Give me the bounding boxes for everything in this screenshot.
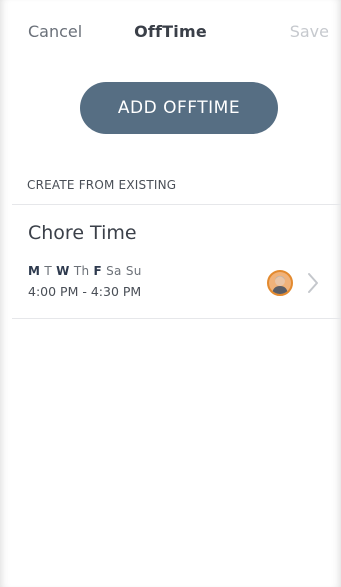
- user-avatar-icon: [267, 270, 293, 296]
- offtime-days: M T W Th F Sa Su: [28, 264, 142, 278]
- day-tuesday: T: [44, 264, 53, 278]
- cancel-button[interactable]: Cancel: [28, 22, 82, 41]
- chevron-right-icon[interactable]: [305, 271, 321, 295]
- offtime-list-item[interactable]: Chore Time M T W Th F Sa Su 4:00 PM - 4:…: [12, 205, 341, 318]
- add-offtime-label: ADD OFFTIME: [117, 98, 241, 118]
- day-sunday: Su: [125, 264, 142, 278]
- add-offtime-button[interactable]: ADD OFFTIME: [80, 82, 278, 134]
- section-header: CREATE FROM EXISTING: [27, 178, 177, 192]
- offtime-title: Chore Time: [28, 222, 137, 244]
- save-button[interactable]: Save: [290, 22, 329, 41]
- offtime-time-range: 4:00 PM - 4:30 PM: [28, 284, 142, 299]
- day-monday: M: [28, 264, 41, 278]
- navigation-bar: OffTime Cancel Save: [0, 22, 341, 50]
- day-wednesday: W: [56, 264, 70, 278]
- day-saturday: Sa: [106, 264, 122, 278]
- day-friday: F: [93, 264, 102, 278]
- divider: [12, 318, 341, 319]
- offtime-screen: OffTime Cancel Save ADD OFFTIME CREATE F…: [0, 0, 341, 587]
- day-thursday: Th: [73, 264, 90, 278]
